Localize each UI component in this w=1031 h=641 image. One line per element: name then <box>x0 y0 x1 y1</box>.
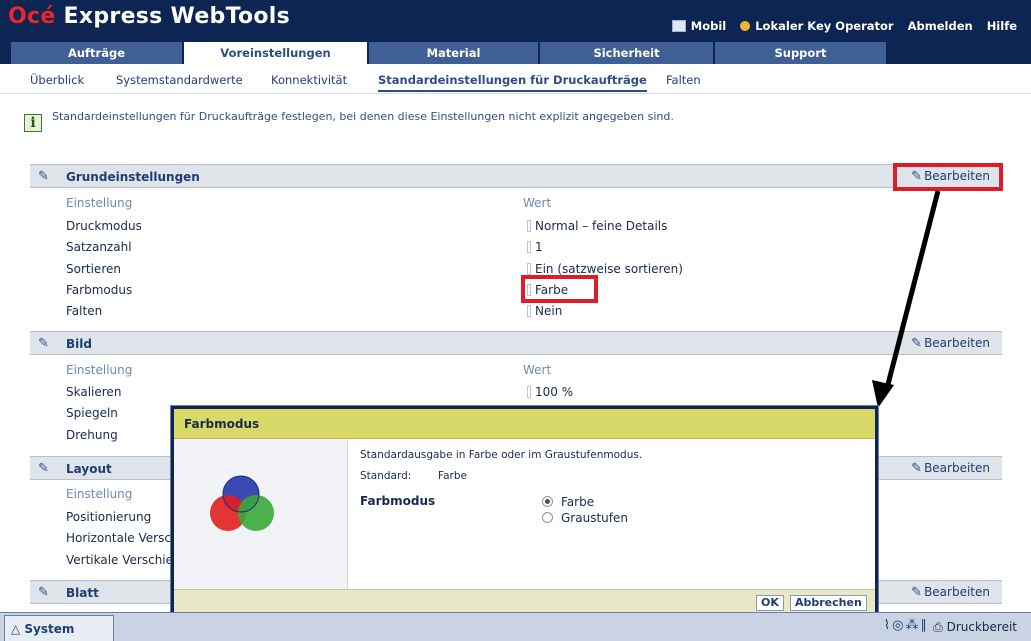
radio-option-graustufen[interactable]: Graustufen <box>542 511 628 525</box>
triangle-up-icon: △ <box>11 622 25 636</box>
standard-value: Farbe <box>438 470 467 482</box>
printer-icon: ⎙ <box>933 620 947 634</box>
system-tab[interactable]: △ System <box>4 615 114 641</box>
printer-status-text: Druckbereit <box>946 620 1017 634</box>
ok-button[interactable]: OK <box>756 595 784 611</box>
printer-status: ⎙ Druckbereit <box>933 620 1017 635</box>
dialog-illustration-panel <box>174 439 348 589</box>
disc-icon: ◎ <box>892 618 906 633</box>
radio-label: Farbe <box>561 495 595 509</box>
radio-option-farbe[interactable]: Farbe <box>542 495 594 509</box>
system-tab-label: System <box>24 622 75 636</box>
farbmodus-dialog: Farbmodus Standardausgabe in Farbe oder … <box>171 406 878 618</box>
radio-label: Graustufen <box>561 511 628 525</box>
cancel-button[interactable]: Abbrechen <box>790 595 867 611</box>
dialog-body: Standardausgabe in Farbe oder im Graustu… <box>350 439 875 589</box>
standard-label: Standard: <box>360 470 412 482</box>
pause-icon: ∥ <box>920 618 929 633</box>
paper-icon: ⌇ <box>883 618 893 633</box>
radio-checked-icon <box>542 496 553 507</box>
dialog-title: Farbmodus <box>184 417 260 431</box>
dialog-description: Standardausgabe in Farbe oder im Graustu… <box>360 449 643 461</box>
color-circles-icon <box>210 475 274 531</box>
radio-unchecked-icon <box>542 512 553 523</box>
status-icons: ⌇◎⁂∥ <box>884 618 929 633</box>
arrow-shaft <box>883 190 941 393</box>
farbmodus-field-label: Farbmodus <box>360 494 436 508</box>
arrow-head <box>872 380 894 408</box>
network-icon: ⁂ <box>905 618 921 633</box>
dialog-title-bar: Farbmodus <box>174 409 875 439</box>
status-bar: △ System ⌇◎⁂∥ ⎙ Druckbereit <box>0 612 1031 641</box>
